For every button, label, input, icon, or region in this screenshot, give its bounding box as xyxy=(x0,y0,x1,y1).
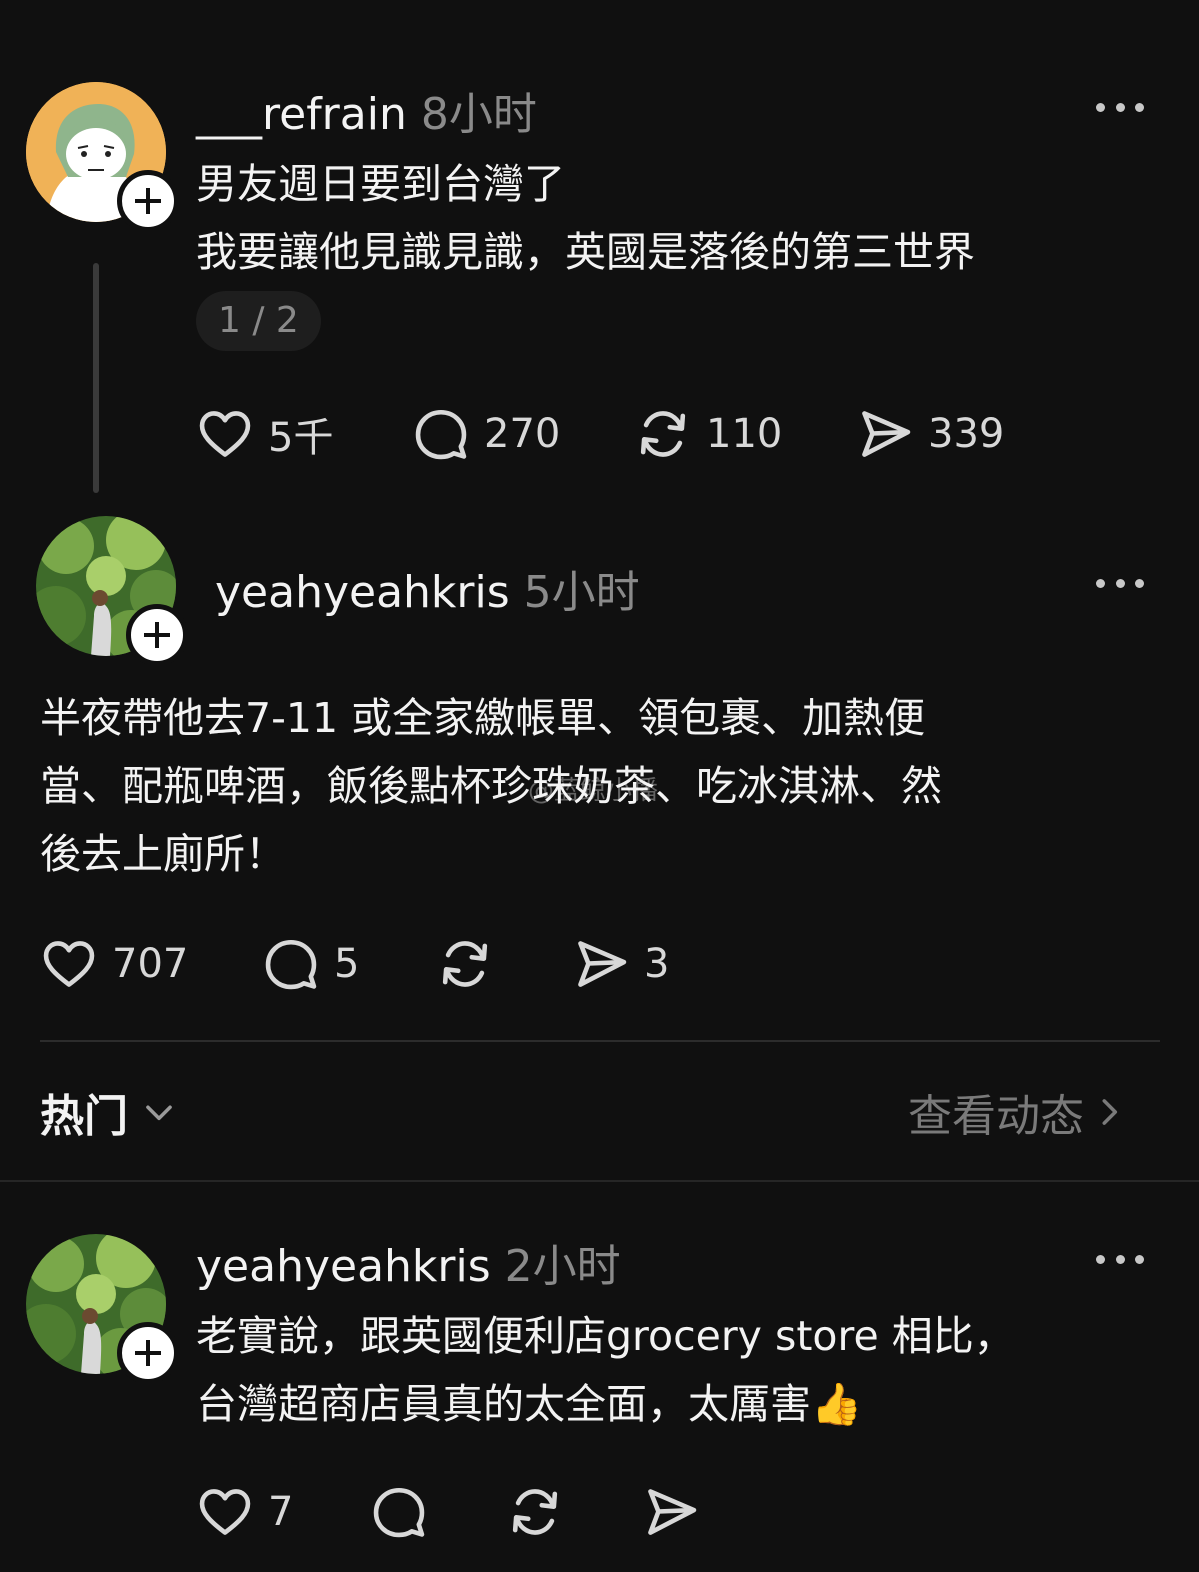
chevron-down-icon xyxy=(146,1105,172,1121)
follow-plus-icon[interactable] xyxy=(126,604,188,666)
post-time: 8小时 xyxy=(420,89,537,140)
comment-button[interactable]: 5 xyxy=(262,935,436,993)
post-time: 5小时 xyxy=(523,567,640,618)
like-count: 5千 xyxy=(268,415,334,461)
username[interactable]: yeahyeahkris xyxy=(215,567,510,618)
share-button[interactable] xyxy=(642,1483,714,1541)
repost-button[interactable] xyxy=(436,935,572,993)
repost-icon xyxy=(506,1483,564,1541)
like-button[interactable]: 707 xyxy=(40,935,262,993)
post-text: 男友週日要到台灣了 我要讓他見識見識，英國是落後的第三世界 xyxy=(196,160,975,276)
reply-header: yeahyeahkris 2小时 xyxy=(196,1230,621,1292)
more-dots-icon[interactable] xyxy=(1096,100,1144,114)
comment-button[interactable]: 270 xyxy=(412,405,634,463)
username[interactable]: yeahyeahkris xyxy=(196,1241,491,1292)
view-activity-link[interactable]: 查看动态 xyxy=(908,1082,1128,1142)
send-icon xyxy=(572,935,630,993)
media-pager-badge: 1 / 2 xyxy=(196,291,321,351)
repost-button[interactable] xyxy=(506,1483,642,1541)
post-header: ___refrain 8小时 xyxy=(196,78,537,140)
like-count: 7 xyxy=(268,1489,294,1535)
heart-icon xyxy=(196,405,254,463)
repost-count: 110 xyxy=(706,411,783,457)
share-button[interactable]: 339 xyxy=(856,405,1004,463)
comment-count: 5 xyxy=(334,941,360,987)
comment-button[interactable] xyxy=(370,1483,506,1541)
follow-plus-icon[interactable] xyxy=(117,1322,179,1384)
like-button[interactable]: 7 xyxy=(196,1483,370,1541)
share-button[interactable]: 3 xyxy=(572,935,669,993)
comment-bubble-icon xyxy=(370,1483,428,1541)
comment-bubble-icon xyxy=(262,935,320,993)
post-actions: 707 5 3 xyxy=(40,934,669,994)
post-header: yeahyeahkris 5小时 xyxy=(215,556,640,618)
reply-text: 老實說，跟英國便利店grocery store 相比， 台灣超商店員真的太全面，… xyxy=(196,1312,1015,1428)
like-count: 707 xyxy=(112,941,189,987)
view-activity-label: 查看动态 xyxy=(908,1091,1084,1142)
repost-icon xyxy=(436,935,494,993)
reply-actions: 7 xyxy=(196,1482,714,1542)
heart-icon xyxy=(196,1483,254,1541)
reply-time: 2小时 xyxy=(504,1241,621,1292)
divider xyxy=(0,1180,1199,1182)
more-dots-icon[interactable] xyxy=(1096,1252,1144,1266)
more-dots-icon[interactable] xyxy=(1096,576,1144,590)
send-icon xyxy=(856,405,914,463)
repost-icon xyxy=(634,405,692,463)
share-count: 3 xyxy=(644,941,670,987)
watermark: @蓝鲸小播 xyxy=(528,776,659,806)
sort-label: 热门 xyxy=(40,1091,128,1142)
repost-button[interactable]: 110 xyxy=(634,405,856,463)
like-button[interactable]: 5千 xyxy=(196,405,412,463)
comment-bubble-icon xyxy=(412,405,470,463)
username[interactable]: ___refrain xyxy=(196,89,407,140)
share-count: 339 xyxy=(928,411,1005,457)
send-icon xyxy=(642,1483,700,1541)
sort-dropdown[interactable]: 热门 xyxy=(40,1082,178,1142)
follow-plus-icon[interactable] xyxy=(117,170,179,232)
post-actions: 5千 270 110 339 xyxy=(196,404,1004,464)
comment-count: 270 xyxy=(484,411,561,457)
chevron-right-icon xyxy=(1102,1099,1118,1125)
heart-icon xyxy=(40,935,98,993)
divider xyxy=(40,1040,1160,1042)
thread-line xyxy=(93,263,99,493)
